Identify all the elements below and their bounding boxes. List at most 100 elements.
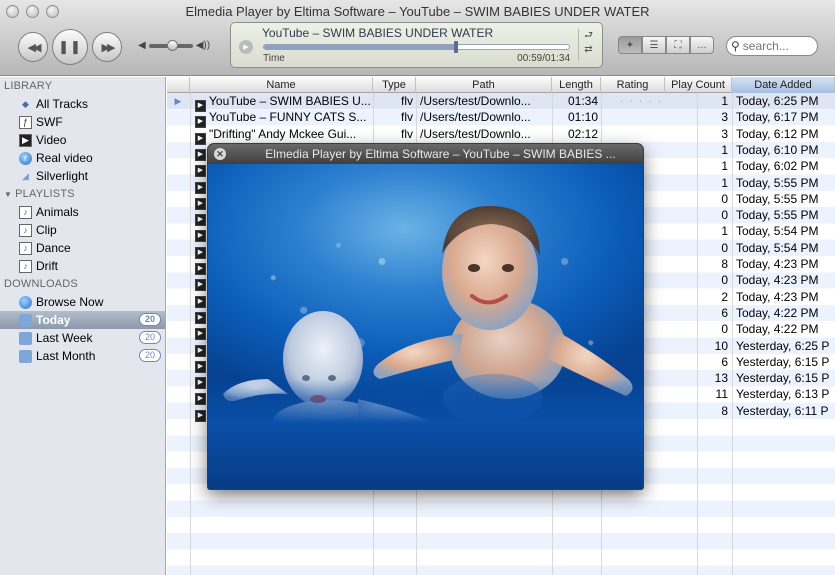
time-readout: 00:59/01:34 <box>517 53 570 64</box>
sidebar-item-label: Video <box>36 133 67 147</box>
playlists-label: PLAYLISTS <box>15 188 75 200</box>
date-added-cell: Today, 4:23 PM <box>736 289 819 304</box>
sidebar-item-label: Animals <box>36 205 79 219</box>
video-player-window[interactable]: ✕ Elmedia Player by Eltima Software – Yo… <box>208 144 643 489</box>
sidebar-item-drift[interactable]: ♪ Drift <box>0 257 165 275</box>
play-count-cell: 1 <box>721 159 728 174</box>
column-header-rating[interactable]: Rating <box>601 77 665 93</box>
more-icon[interactable]: … <box>690 36 714 54</box>
playlist-icon: ♪ <box>19 223 32 237</box>
fullscreen-icon[interactable]: ⛶ <box>666 36 690 54</box>
date-added-cell: Today, 6:17 PM <box>736 110 819 125</box>
progress-knob[interactable] <box>454 41 459 53</box>
player-title-bar[interactable]: ✕ Elmedia Player by Eltima Software – Yo… <box>208 144 643 164</box>
play-count-cell: 3 <box>721 126 728 141</box>
date-added-cell: Today, 5:55 PM <box>736 191 819 206</box>
column-header-play-count[interactable]: Play Count <box>665 77 732 93</box>
sidebar-item-real-video[interactable]: r Real video <box>0 149 165 167</box>
sidebar-item-video[interactable]: ▶ Video <box>0 131 165 149</box>
progress-bar[interactable] <box>263 44 570 50</box>
length-cell: 01:10 <box>567 110 598 125</box>
path-cell: /Users/test/Downlo... <box>420 94 531 108</box>
shuffle-icon[interactable]: ⇄ <box>581 43 596 57</box>
search-input[interactable] <box>742 39 807 53</box>
video-file-icon: ▶ <box>195 409 206 422</box>
column-header-path[interactable]: Path <box>416 77 552 93</box>
toolbar: Elmedia Player by Eltima Software – YouT… <box>0 0 835 76</box>
list-view-icon[interactable]: ☰ <box>642 36 666 54</box>
play-count-cell: 1 <box>721 94 728 108</box>
play-count-cell: 0 <box>721 322 728 337</box>
swf-icon: ƒ <box>19 115 32 129</box>
sidebar-item-clip[interactable]: ♪ Clip <box>0 221 165 239</box>
sidebar-item-label: Last Week <box>36 331 93 345</box>
column-header-length[interactable]: Length <box>552 77 601 93</box>
lcd-play-icon[interactable]: ▶ <box>239 40 253 54</box>
column-header-date-added[interactable]: Date Added <box>732 77 835 93</box>
folder-icon <box>19 313 32 327</box>
path-cell: /Users/test/Downlo... <box>420 126 531 141</box>
play-count-cell: 1 <box>721 175 728 190</box>
repeat-icon[interactable]: ⮐ <box>581 29 596 43</box>
fast-forward-button[interactable]: ▶▶ <box>92 32 122 62</box>
search-icon: ⚲ <box>731 39 740 53</box>
type-cell: flv <box>401 110 413 125</box>
sidebar-item-all-tracks[interactable]: ◆ All Tracks <box>0 95 165 113</box>
sidebar-item-dance[interactable]: ♪ Dance <box>0 239 165 257</box>
real-video-icon: r <box>19 151 32 165</box>
play-count-cell: 1 <box>721 224 728 239</box>
sidebar-item-last-month[interactable]: Last Month 20 <box>0 347 165 365</box>
date-added-cell: Today, 4:23 PM <box>736 273 819 288</box>
name-text: "Drifting" Andy Mckee Gui... <box>209 126 357 141</box>
date-added-cell: Today, 5:54 PM <box>736 240 819 255</box>
rewind-icon: ◀◀ <box>27 41 42 54</box>
sidebar-item-label: Silverlight <box>36 169 89 183</box>
date-added-cell: Today, 6:10 PM <box>736 142 819 157</box>
now-playing-title: YouTube – SWIM BABIES UNDER WATER <box>262 26 494 40</box>
volume-high-icon: ◀)) <box>195 40 211 51</box>
count-badge: 20 <box>139 349 161 362</box>
table-row[interactable]: ▶ ▶ YouTube – SWIM BABIES U... flv/Users/te… <box>167 93 835 112</box>
pause-button[interactable]: ❚❚ <box>52 29 88 65</box>
progress-fill <box>264 45 457 49</box>
video-frame[interactable] <box>208 164 643 489</box>
column-header-type[interactable]: Type <box>373 77 416 93</box>
sidebar-item-label: Today <box>36 313 71 327</box>
sidebar-item-animals[interactable]: ♪ Animals <box>0 203 165 221</box>
pin-icon[interactable]: ✦ <box>618 36 642 54</box>
length-cell: 01:34 <box>567 94 598 108</box>
column-header-status[interactable] <box>167 77 190 93</box>
date-added-cell: Yesterday, 6:25 P <box>736 338 830 353</box>
disclosure-triangle-icon[interactable]: ▼ <box>4 190 12 199</box>
sidebar-item-today[interactable]: Today 20 <box>0 311 165 329</box>
play-count-cell: 0 <box>721 240 728 255</box>
play-count-cell: 0 <box>721 273 728 288</box>
play-count-cell: 8 <box>721 257 728 271</box>
date-added-cell: Today, 6:02 PM <box>736 159 819 174</box>
table-row[interactable]: ▶ YouTube – FUNNY CATS S... flv/Users/test… <box>167 109 835 129</box>
length-cell: 02:12 <box>567 126 598 141</box>
volume-knob[interactable] <box>166 39 178 51</box>
play-count-cell: 0 <box>721 191 728 206</box>
date-added-cell: Today, 4:22 PM <box>736 305 819 320</box>
sidebar-item-swf[interactable]: ƒ SWF <box>0 113 165 131</box>
close-icon[interactable]: ✕ <box>214 148 226 160</box>
sidebar: LIBRARY ◆ All Tracks ƒ SWF ▶ Video r Real vi… <box>0 77 166 575</box>
sidebar-item-browse-now[interactable]: Browse Now <box>0 293 165 311</box>
date-added-cell: Yesterday, 6:15 P <box>736 371 830 386</box>
date-added-cell: Yesterday, 6:11 P <box>736 403 829 418</box>
silverlight-icon: ◢ <box>22 171 29 181</box>
table-header: Name Type Path Length Rating Play Count … <box>167 77 835 93</box>
count-badge: 20 <box>139 313 161 326</box>
rewind-button[interactable]: ◀◀ <box>18 32 48 62</box>
sidebar-item-last-week[interactable]: Last Week 20 <box>0 329 165 347</box>
table-row[interactable]: ▶ "Drifting" Andy Mckee Gui... flv/Users/t… <box>167 126 835 145</box>
lcd-side-buttons: ⮐ ⇄ <box>578 29 596 61</box>
column-header-name[interactable]: Name <box>190 77 373 93</box>
search-box[interactable]: ⚲ <box>726 36 818 56</box>
rating-cell[interactable]: · · · · · <box>602 93 697 109</box>
playlists-header[interactable]: ▼ PLAYLISTS <box>0 185 165 203</box>
volume-slider[interactable] <box>148 39 193 51</box>
fast-forward-icon: ▶▶ <box>101 41 116 54</box>
sidebar-item-silverlight[interactable]: ◢ Silverlight <box>0 167 165 185</box>
